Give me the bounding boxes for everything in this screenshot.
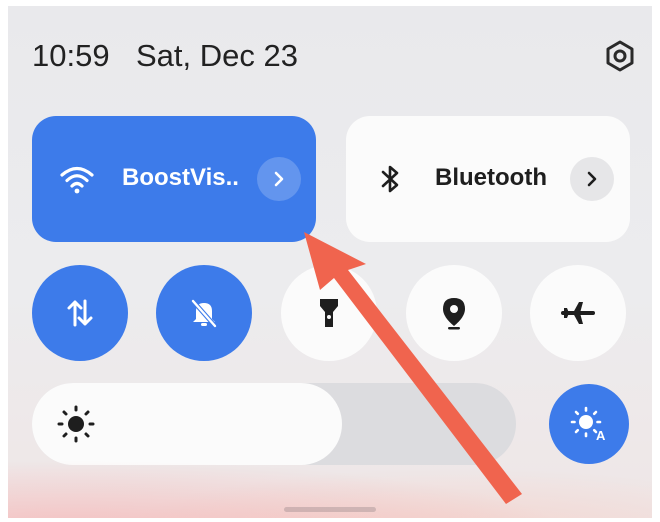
annotation-arrow [304,232,522,504]
